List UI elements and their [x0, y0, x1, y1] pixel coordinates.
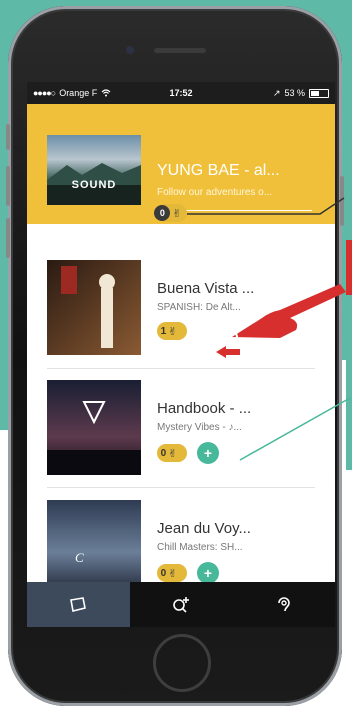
annotation-layer [187, 197, 351, 461]
annotation-line [187, 197, 345, 215]
pointing-hand-icon [232, 284, 346, 338]
swipe-left-arrow-icon [216, 346, 240, 358]
annotation-line-green [239, 397, 351, 461]
